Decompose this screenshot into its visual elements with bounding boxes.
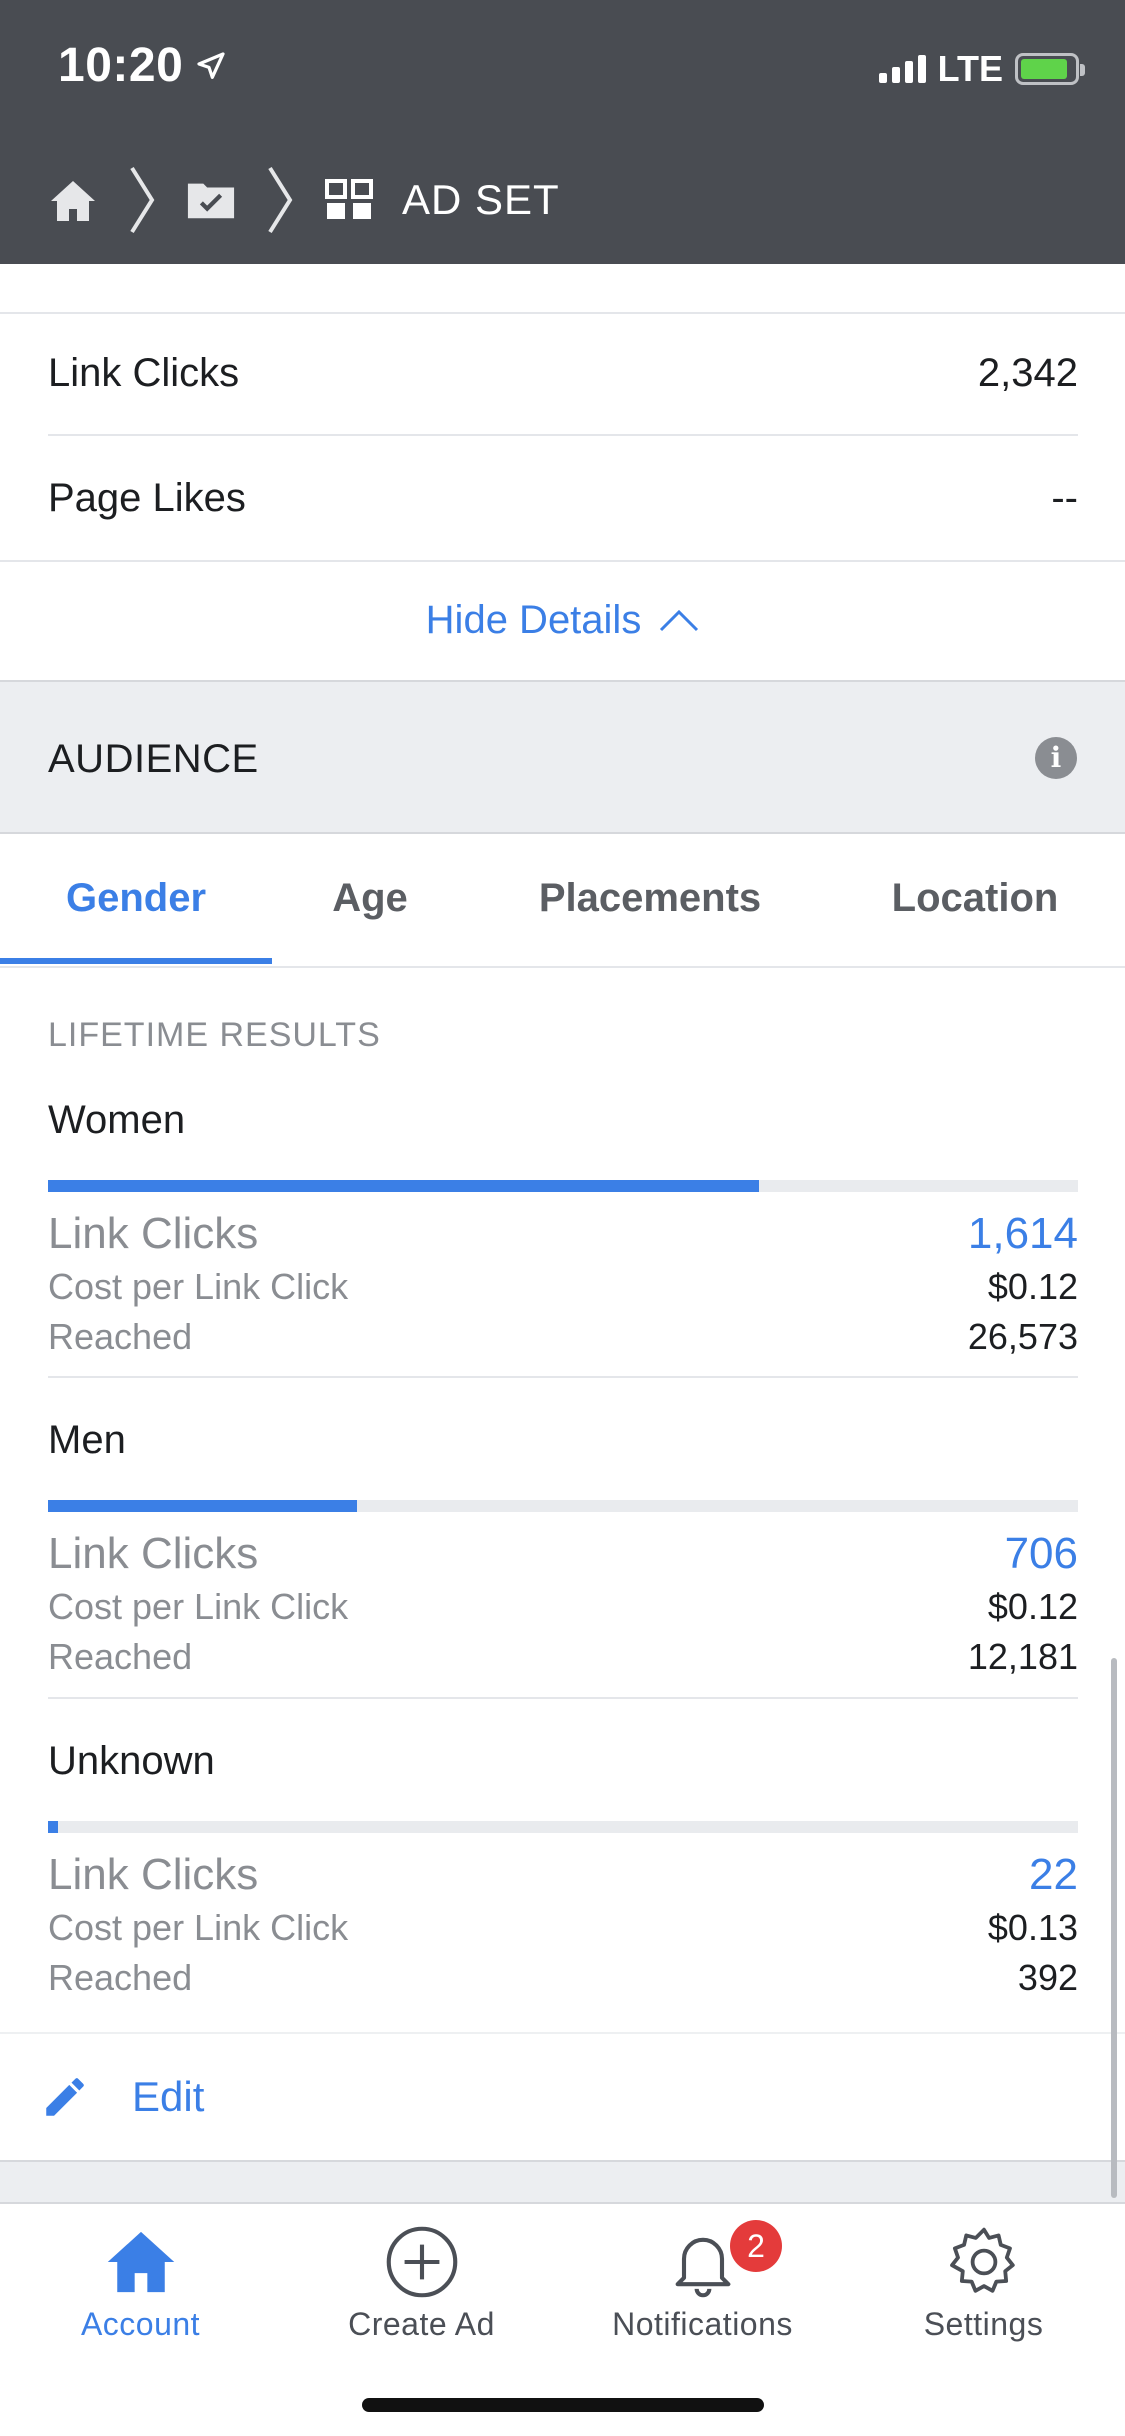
metric-row-page-likes: Page Likes --	[48, 436, 1078, 560]
stat-label: Cost per Link Click	[48, 1266, 349, 1307]
edit-label: Edit	[132, 2073, 205, 2120]
location-arrow-icon	[197, 51, 225, 79]
tab-age[interactable]: Age	[272, 834, 468, 968]
tab-placements[interactable]: Placements	[500, 834, 800, 968]
stat-value: 22	[1029, 1850, 1078, 1899]
stat-value: $0.12	[987, 1266, 1078, 1307]
clock-text: 10:20	[58, 39, 184, 92]
info-icon[interactable]: i	[1035, 737, 1077, 779]
home-icon	[107, 2231, 174, 2293]
top-header: 10:20 LTE AD SET	[0, 0, 1125, 264]
network-label: LTE	[937, 48, 1003, 89]
tab-gender[interactable]: Gender	[0, 834, 272, 968]
hide-details-label: Hide Details	[425, 597, 642, 642]
chevron-up-icon	[660, 609, 699, 632]
edit-button[interactable]: Edit	[0, 2032, 1125, 2162]
stat-label: Link Clicks	[48, 1850, 259, 1899]
home-indicator[interactable]	[362, 2398, 764, 2412]
notification-badge: 2	[730, 2220, 782, 2272]
share-bar	[48, 1500, 1078, 1512]
breadcrumb-campaign[interactable]	[186, 175, 236, 225]
lifetime-results-heading: LIFETIME RESULTS	[48, 1016, 381, 1054]
signal-icon	[878, 55, 926, 83]
stat-label: Reached	[48, 1957, 193, 1998]
group-name: Men	[48, 1418, 126, 1462]
stat-reached: Reached 12,181	[48, 1632, 1078, 1682]
audience-header: AUDIENCE i	[0, 680, 1125, 834]
gear-icon	[949, 2227, 1015, 2293]
chevron-right-icon	[268, 166, 293, 234]
stat-label: Cost per Link Click	[48, 1907, 349, 1948]
gender-group-unknown: Unknown Link Clicks 22 Cost per Link Cli…	[48, 1731, 1078, 2003]
stat-label: Reached	[48, 1636, 193, 1677]
tabbar-label: Create Ad	[348, 2306, 495, 2342]
bell-icon	[675, 2237, 730, 2298]
stat-reached: Reached 26,573	[48, 1312, 1078, 1362]
stat-value: 12,181	[967, 1636, 1078, 1677]
tabbar-label: Notifications	[612, 2306, 793, 2342]
divider	[48, 1376, 1078, 1378]
tabbar-label: Settings	[923, 2306, 1044, 2342]
audience-title: AUDIENCE	[48, 737, 259, 781]
divider	[0, 312, 1125, 314]
stat-label: Cost per Link Click	[48, 1586, 349, 1627]
share-bar-fill	[48, 1821, 59, 1833]
metric-row-link-clicks: Link Clicks 2,342	[48, 312, 1078, 436]
battery-icon	[1015, 53, 1085, 85]
status-time: 10:20	[58, 38, 227, 93]
stat-value: $0.13	[987, 1907, 1078, 1948]
active-tab-indicator	[0, 958, 272, 964]
stat-cost-per-click: Cost per Link Click $0.13	[48, 1903, 1078, 1953]
stat-label: Link Clicks	[48, 1209, 259, 1258]
stat-link-clicks: Link Clicks 706	[48, 1526, 1078, 1582]
share-bar	[48, 1180, 1078, 1192]
section-spacer	[0, 2162, 1125, 2202]
gender-group-women: Women Link Clicks 1,614 Cost per Link Cl…	[48, 1090, 1078, 1362]
group-name: Women	[48, 1098, 186, 1142]
hide-details-button[interactable]: Hide Details	[0, 560, 1125, 680]
stat-value: $0.12	[987, 1586, 1078, 1627]
tabbar-label: Account	[80, 2306, 201, 2342]
stat-label: Link Clicks	[48, 1529, 259, 1578]
breadcrumb-adset[interactable]	[324, 175, 374, 225]
stat-cost-per-click: Cost per Link Click $0.12	[48, 1262, 1078, 1312]
scrollbar[interactable]	[1111, 1658, 1117, 2198]
metric-value: 2,342	[977, 350, 1078, 395]
home-icon	[51, 181, 95, 221]
audience-tabs: Gender Age Placements Location	[0, 834, 1125, 968]
grid-icon	[325, 179, 373, 219]
chevron-right-icon	[130, 166, 155, 234]
metric-label: Page Likes	[48, 475, 246, 520]
share-bar-fill	[48, 1500, 357, 1512]
stat-link-clicks: Link Clicks 22	[48, 1847, 1078, 1903]
stat-value: 706	[1004, 1529, 1078, 1578]
gender-group-men: Men Link Clicks 706 Cost per Link Click …	[48, 1410, 1078, 1682]
pencil-icon	[46, 2078, 84, 2116]
metric-label: Link Clicks	[48, 350, 240, 395]
breadcrumb-current: AD SET	[402, 176, 560, 223]
stat-label: Reached	[48, 1316, 193, 1357]
metric-value: --	[1051, 475, 1078, 520]
status-indicators: LTE	[878, 48, 1085, 90]
plus-circle-icon	[386, 2226, 457, 2298]
stat-reached: Reached 392	[48, 1953, 1078, 2003]
share-bar-fill	[48, 1180, 759, 1192]
stat-value: 1,614	[967, 1209, 1078, 1258]
folder-check-icon	[187, 183, 235, 219]
group-name: Unknown	[48, 1739, 215, 1783]
breadcrumb: AD SET	[48, 160, 560, 240]
stat-value: 392	[1017, 1957, 1078, 1998]
tab-location[interactable]: Location	[860, 834, 1090, 968]
share-bar	[48, 1821, 1078, 1833]
divider	[48, 1697, 1078, 1699]
breadcrumb-home[interactable]	[48, 175, 98, 225]
stat-link-clicks: Link Clicks 1,614	[48, 1206, 1078, 1262]
stat-cost-per-click: Cost per Link Click $0.12	[48, 1582, 1078, 1632]
stat-value: 26,573	[967, 1316, 1078, 1357]
